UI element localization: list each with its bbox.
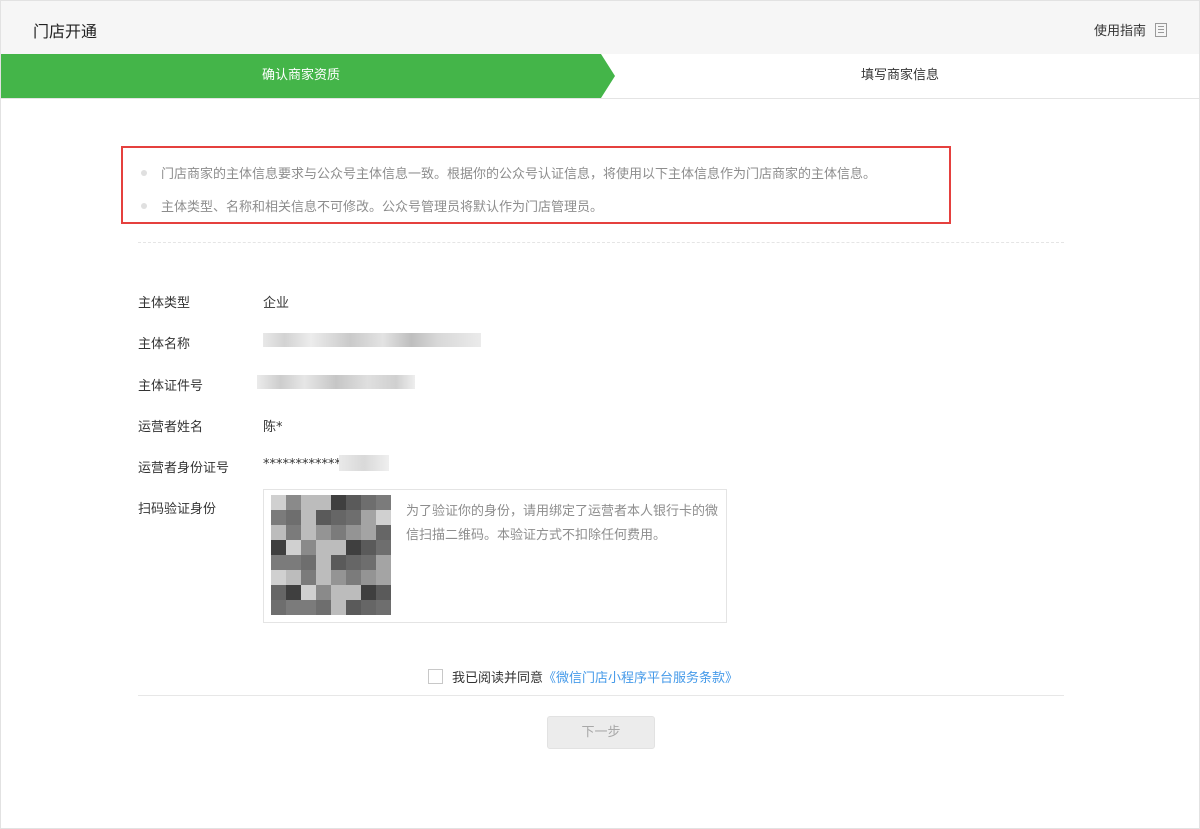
bottom-divider: [138, 695, 1064, 696]
redacted-cert-number: [257, 375, 415, 389]
step-indicator: 确认商家资质 填写商家信息: [1, 54, 1199, 99]
agreement-row: 我已阅读并同意 《微信门店小程序平台服务条款》: [428, 667, 738, 686]
notice-item: 主体类型、名称和相关信息不可修改。公众号管理员将默认作为门店管理员。: [141, 196, 603, 215]
guide-link[interactable]: 使用指南: [1094, 20, 1167, 39]
step-fill-merchant-info: 填写商家信息: [860, 68, 939, 83]
operator-name-value: 陈*: [263, 420, 283, 435]
redacted-entity-name: [263, 333, 481, 347]
top-bar: 门店开通 使用指南: [1, 1, 1199, 54]
entity-type-value: 企业: [263, 296, 290, 311]
operator-id-value: ************: [263, 457, 341, 472]
qr-code[interactable]: [271, 495, 391, 615]
operator-id-label: 运营者身份证号: [138, 461, 230, 476]
bullet-icon: [141, 202, 147, 209]
step-confirm-qualification: 确认商家资质: [261, 68, 340, 83]
next-step-button[interactable]: 下一步: [547, 716, 655, 749]
dashed-divider: [138, 242, 1064, 243]
entity-cert-label: 主体证件号: [138, 379, 204, 394]
scan-verify-label: 扫码验证身份: [138, 502, 217, 517]
qr-verification-box: 为了验证你的身份，请用绑定了运营者本人银行卡的微信扫描二维码。本验证方式不扣除任…: [263, 489, 727, 623]
page-title: 门店开通: [33, 22, 98, 41]
page: 门店开通 使用指南 确认商家资质 填写商家信息 门店商家的主体信息要求与公众号主…: [0, 0, 1200, 829]
agreement-text: 我已阅读并同意: [452, 671, 544, 686]
notice-item: 门店商家的主体信息要求与公众号主体信息一致。根据你的公众号认证信息，将使用以下主…: [141, 163, 876, 182]
operator-name-label: 运营者姓名: [138, 420, 204, 435]
bullet-icon: [141, 169, 147, 176]
guide-label: 使用指南: [1093, 24, 1146, 39]
entity-type-label: 主体类型: [138, 296, 191, 311]
notice-box: 门店商家的主体信息要求与公众号主体信息一致。根据你的公众号认证信息，将使用以下主…: [121, 146, 951, 224]
agreement-checkbox[interactable]: [428, 669, 443, 684]
terms-link[interactable]: 《微信门店小程序平台服务条款》: [543, 667, 738, 686]
redacted-id-tail: [339, 455, 389, 471]
qr-instruction-text: 为了验证你的身份，请用绑定了运营者本人银行卡的微信扫描二维码。本验证方式不扣除任…: [406, 504, 719, 543]
document-icon: [1155, 22, 1167, 37]
entity-name-label: 主体名称: [138, 337, 191, 352]
